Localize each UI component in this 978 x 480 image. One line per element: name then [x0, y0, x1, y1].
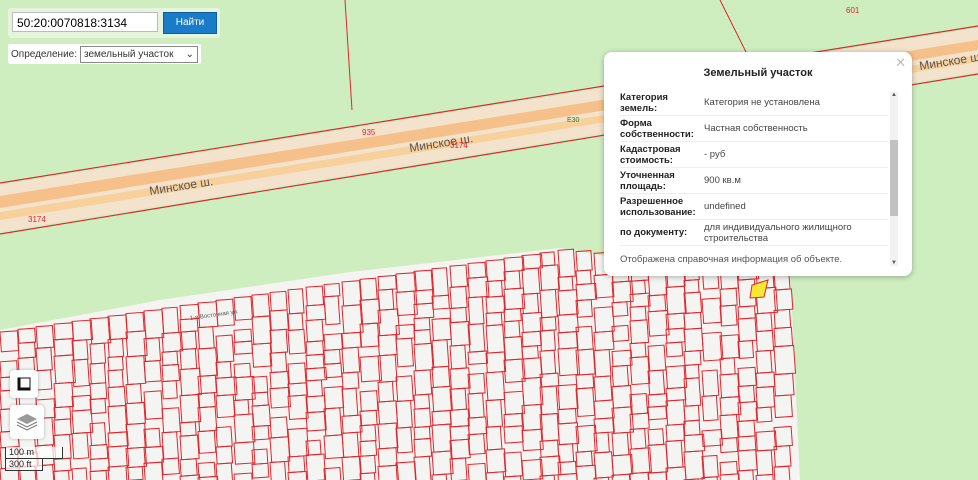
- square-icon: [17, 377, 31, 391]
- definition-control: Определение: земельный участок ⌄: [8, 44, 202, 64]
- info-row: по документу: для индивидуального жилищно…: [620, 220, 888, 246]
- info-key: Категория земель:: [620, 91, 668, 114]
- info-key: Уточненная площадь:: [620, 169, 675, 192]
- scale-imperial: 300 ft: [5, 459, 43, 471]
- info-value: для индивидуального жилищного строительс…: [704, 221, 852, 244]
- info-key: по документу:: [620, 227, 688, 238]
- scale-metric: 100 m: [5, 447, 63, 459]
- info-row: Кадастровая стоимость: - руб: [620, 142, 888, 168]
- info-row: Форма собственности: Частная собственност…: [620, 116, 888, 142]
- scale-bar: 100 m 300 ft: [5, 447, 63, 471]
- road-number: E30: [567, 117, 580, 124]
- chevron-down-icon: ⌄: [185, 48, 195, 60]
- parcel-number: 601: [846, 6, 860, 15]
- info-key: Кадастровая стоимость:: [620, 143, 681, 166]
- scroll-up-icon[interactable]: ▲: [890, 92, 898, 98]
- info-value: - руб: [704, 149, 726, 160]
- definition-selected: земельный участок: [84, 48, 174, 60]
- scroll-down-icon[interactable]: ▼: [890, 260, 898, 266]
- popup-note: Отображена справочная информация об объе…: [620, 254, 843, 265]
- info-value: Категория не установлена: [704, 97, 820, 108]
- parcel-number: 935: [362, 128, 376, 137]
- layers-button[interactable]: [10, 405, 44, 439]
- cadastral-search-input[interactable]: 50:20:0070818:3134: [12, 12, 158, 32]
- layers-icon: [16, 414, 38, 431]
- definition-label: Определение:: [11, 48, 78, 60]
- info-row: Уточненная площадь: 900 кв.м: [620, 168, 888, 194]
- info-key: Разрешенное использование:: [620, 195, 696, 218]
- info-value: Частная собственность: [704, 123, 808, 134]
- popup-scrollbar[interactable]: ▲ ▼: [890, 92, 898, 266]
- fullscreen-button[interactable]: [10, 370, 38, 398]
- info-row: Категория земель: Категория не установлен…: [620, 90, 888, 116]
- definition-select[interactable]: земельный участок ⌄: [80, 45, 199, 63]
- info-row: Разрешенное использование: undefined: [620, 194, 888, 220]
- parcel-info-popup: ✕ Земельный участок Категория земель: Кат…: [604, 52, 912, 276]
- parcel-number: 3174: [450, 141, 468, 150]
- info-value: 900 кв.м: [704, 175, 741, 186]
- search-button[interactable]: Найти: [163, 12, 217, 34]
- popup-title: Земельный участок: [703, 67, 813, 79]
- search-panel: 50:20:0070818:3134 Найти: [8, 8, 220, 38]
- parcel-number: 3174: [28, 215, 46, 224]
- popup-content: Категория земель: Категория не установлен…: [620, 90, 888, 266]
- info-key: Форма собственности:: [620, 117, 694, 140]
- scroll-thumb[interactable]: [890, 140, 898, 216]
- info-value: undefined: [704, 201, 746, 212]
